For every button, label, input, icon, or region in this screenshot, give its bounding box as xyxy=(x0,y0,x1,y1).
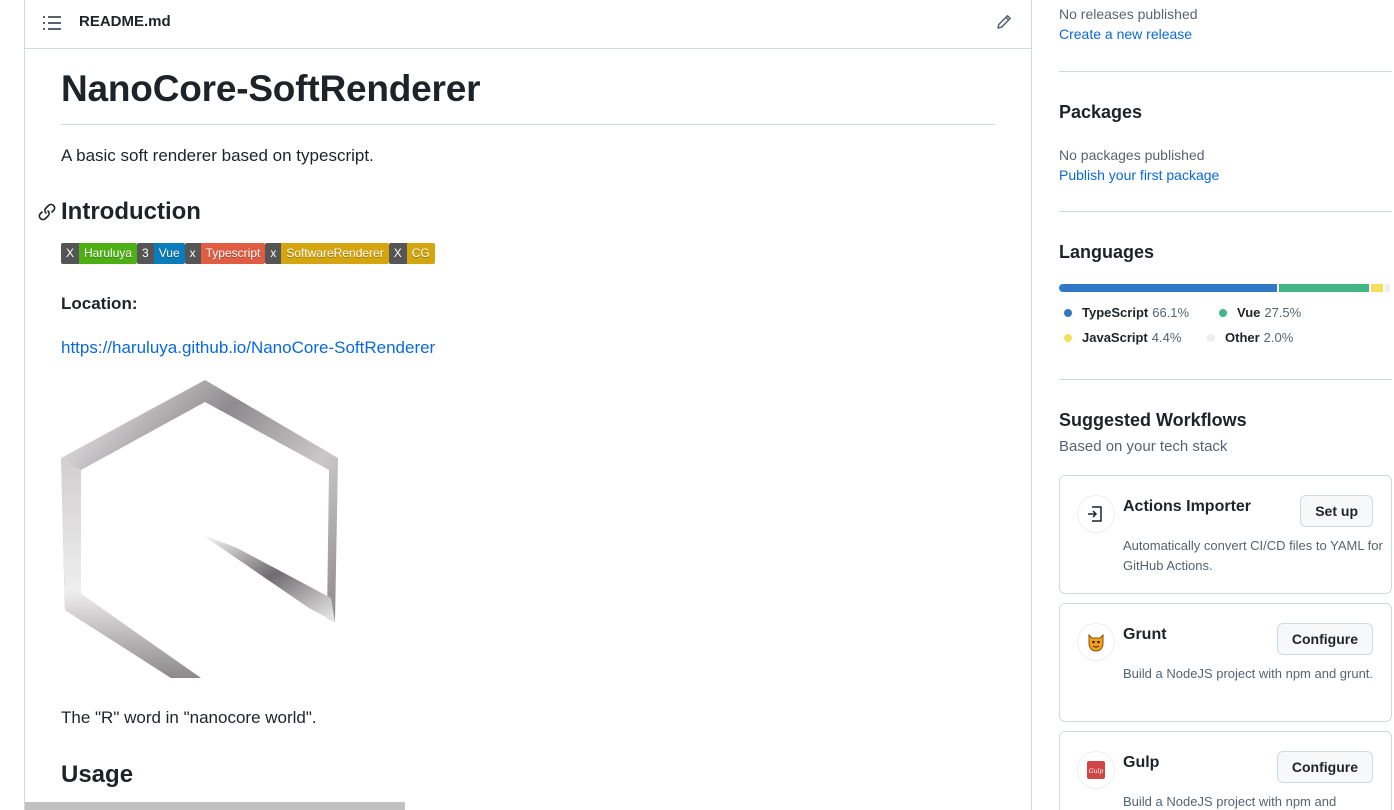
workflow-card-gulp: Gulp Gulp Build a NodeJS project with npm … xyxy=(1059,731,1392,810)
badge-label: CG xyxy=(406,243,435,264)
language-item-vue[interactable]: Vue 27.5% xyxy=(1219,305,1301,320)
repo-sidebar: No releases published Create a new relea… xyxy=(1059,0,1392,810)
language-segment-other xyxy=(1385,284,1390,292)
pencil-icon[interactable] xyxy=(995,13,1013,31)
readme-heading: NanoCore-SoftRenderer xyxy=(61,68,481,109)
actions-importer-icon xyxy=(1078,496,1114,532)
releases-empty-text: No releases published xyxy=(1059,6,1198,22)
badge-typescript[interactable]: x Typescript xyxy=(184,243,266,264)
language-name: Vue xyxy=(1237,305,1261,320)
logo-caption: The "R" word in "nanocore world". xyxy=(61,708,317,727)
badge-label: Haruluya xyxy=(79,243,138,264)
badge-label: SoftwareRenderer xyxy=(281,243,389,264)
language-segment-javascript xyxy=(1370,284,1384,292)
badge-logo-label: x xyxy=(265,243,282,264)
language-name: JavaScript xyxy=(1082,330,1148,345)
readme-panel: README.md NanoCore-SoftRenderer A basic … xyxy=(24,0,1032,810)
workflow-title: Grunt xyxy=(1123,626,1167,643)
badge-haruluya[interactable]: X Haruluya xyxy=(61,243,138,264)
badge-logo-label: X xyxy=(388,243,407,264)
language-name: Other xyxy=(1225,330,1260,345)
workflow-card-actions-importer: Actions Importer Automatically convert CI… xyxy=(1059,475,1392,594)
badge-logo-label: X xyxy=(61,243,80,264)
readme-filename: README.md xyxy=(79,13,171,30)
location-label: Location: xyxy=(61,294,138,313)
introduction-heading: Introduction xyxy=(61,198,201,225)
readme-description: A basic soft renderer based on typescrip… xyxy=(61,146,374,165)
workflow-description: Automatically convert CI/CD files to YAM… xyxy=(1123,538,1383,573)
workflow-title: Actions Importer xyxy=(1123,498,1252,515)
location-link[interactable]: https://haruluya.github.io/NanoCore-Soft… xyxy=(61,338,435,358)
section-divider xyxy=(1059,71,1392,72)
language-color-dot xyxy=(1064,333,1072,342)
workflows-heading: Suggested Workflows xyxy=(1059,410,1247,430)
publish-package-link[interactable]: Publish your first package xyxy=(1059,167,1219,183)
link-anchor-icon[interactable] xyxy=(38,203,56,221)
workflow-title: Gulp xyxy=(1123,754,1160,771)
badge-label: Vue xyxy=(153,243,185,264)
badge-logo-label: 3 xyxy=(137,243,154,264)
workflow-description: Build a NodeJS project with npm and grun… xyxy=(1123,666,1374,681)
language-item-other[interactable]: Other 2.0% xyxy=(1207,330,1293,345)
language-item-typescript[interactable]: TypeScript 66.1% xyxy=(1064,305,1189,320)
set-up-button[interactable]: Set up xyxy=(1300,495,1373,527)
language-percent: 4.4% xyxy=(1151,330,1182,345)
language-color-dot xyxy=(1064,308,1072,317)
badge-cg[interactable]: X CG xyxy=(388,243,435,264)
badge-label: Typescript xyxy=(200,243,266,264)
language-item-javascript[interactable]: JavaScript 4.4% xyxy=(1064,330,1181,345)
workflow-description: Build a NodeJS project with npm and xyxy=(1123,794,1337,809)
table-of-contents-icon[interactable] xyxy=(43,15,61,31)
language-color-dot xyxy=(1207,333,1215,342)
gulp-icon: Gulp xyxy=(1078,752,1114,788)
packages-empty-text: No packages published xyxy=(1059,147,1205,163)
workflow-card-grunt: Grunt Build a NodeJS project with npm and… xyxy=(1059,603,1392,722)
svg-text:Gulp: Gulp xyxy=(1089,768,1104,775)
languages-heading: Languages xyxy=(1059,242,1155,262)
language-percent: 27.5% xyxy=(1264,305,1302,320)
create-release-link[interactable]: Create a new release xyxy=(1059,26,1192,42)
usage-heading: Usage xyxy=(61,761,134,788)
language-segment-vue xyxy=(1279,284,1369,292)
language-name: TypeScript xyxy=(1082,305,1149,320)
section-divider xyxy=(1059,379,1392,380)
language-percent: 2.0% xyxy=(1263,330,1294,345)
language-segment-typescript xyxy=(1059,284,1278,292)
heading-divider xyxy=(61,124,995,125)
workflows-subheading: Based on your tech stack xyxy=(1059,438,1228,455)
badge-row: X Haruluya 3 Vue x Typescript x SoftwareRendere… xyxy=(61,243,435,264)
readme-header: README.md xyxy=(25,0,1031,49)
configure-button[interactable]: Configure xyxy=(1276,751,1373,783)
nanocore-logo-image xyxy=(61,380,338,678)
grunt-icon xyxy=(1078,624,1114,660)
badge-softwarerenderer[interactable]: x SoftwareRenderer xyxy=(265,243,389,264)
configure-button[interactable]: Configure xyxy=(1276,623,1373,655)
languages-bar xyxy=(1059,284,1392,292)
language-color-dot xyxy=(1219,308,1227,317)
badge-vue[interactable]: 3 Vue xyxy=(137,243,185,264)
language-percent: 66.1% xyxy=(1152,305,1190,320)
packages-heading: Packages xyxy=(1059,102,1143,122)
badge-logo-label: x xyxy=(184,243,201,264)
horizontal-scrollbar[interactable] xyxy=(25,802,405,810)
section-divider xyxy=(1059,211,1392,212)
